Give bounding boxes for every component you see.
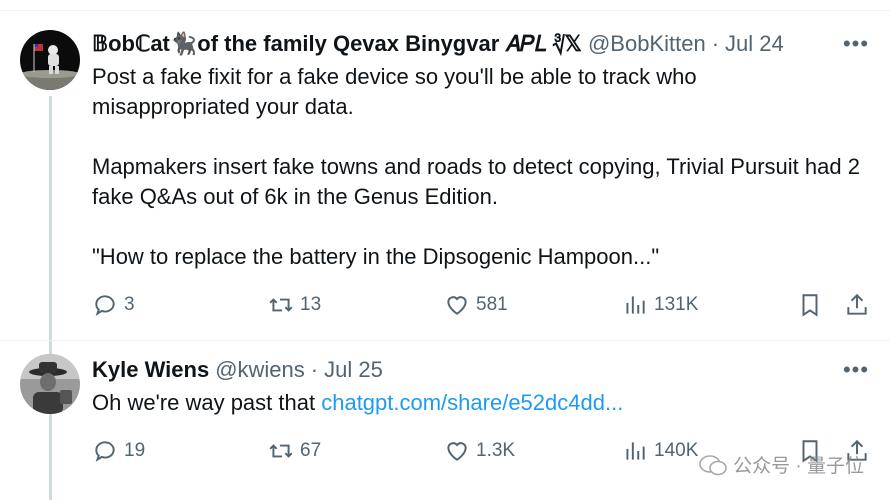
reply-icon	[95, 295, 115, 316]
author-name[interactable]: Kyle Wiens	[92, 357, 209, 383]
wechat-logo-icon	[699, 454, 727, 475]
views-button[interactable]: 131K	[622, 290, 698, 320]
wechat-watermark: 公众号 · 量子位	[699, 451, 864, 478]
author-name[interactable]: 𝔹obℂat🐈‍⬛of the family Qevax Binygvar 𝐴𝑃…	[92, 31, 582, 57]
tweet-date[interactable]: Jul 24	[725, 31, 784, 57]
share-icon	[847, 293, 867, 315]
tweet-paragraph: Mapmakers insert fake towns and roads to…	[92, 154, 860, 209]
repost-icon	[269, 298, 293, 312]
repost-count: 13	[300, 294, 322, 315]
more-options-icon[interactable]: •••	[842, 30, 870, 58]
like-button[interactable]: 581	[444, 290, 508, 320]
repost-icon	[269, 444, 293, 458]
tweet-link[interactable]: chatgpt.com/share/e52dc4dd...	[321, 390, 623, 415]
more-options-icon[interactable]: •••	[842, 356, 870, 384]
reply-button[interactable]: 19	[92, 436, 145, 466]
tweet-header: Kyle Wiens @kwiens · Jul 25	[92, 356, 870, 384]
author-handle[interactable]: @BobKitten	[588, 31, 706, 57]
view-count: 131K	[654, 294, 699, 315]
bookmark-icon	[802, 294, 818, 317]
heart-icon	[447, 442, 467, 461]
avatar-kwiens[interactable]	[20, 354, 80, 414]
view-count: 140K	[654, 440, 699, 461]
like-count: 581	[476, 294, 508, 315]
tweet-header: 𝔹obℂat🐈‍⬛of the family Qevax Binygvar 𝐴𝑃…	[92, 30, 870, 58]
tweet-paragraph: Oh we're way past that	[92, 390, 316, 415]
heart-icon	[447, 296, 467, 315]
watermark-text: 公众号 · 量子位	[733, 456, 864, 477]
avatar-bobkitten[interactable]	[20, 30, 80, 90]
reply-count: 19	[124, 440, 146, 461]
separator-dot: ·	[310, 357, 319, 382]
repost-count: 67	[300, 440, 322, 461]
tweet-text: Oh we're way past that chatgpt.com/share…	[92, 388, 860, 418]
reply-button[interactable]: 3	[92, 290, 135, 320]
person-avatar-image	[20, 354, 80, 414]
astronaut-avatar-image	[20, 30, 80, 90]
author-handle[interactable]: @kwiens	[215, 357, 305, 383]
reply-count: 3	[124, 294, 135, 315]
tweet-actions: 3 13 581 131K	[92, 290, 877, 320]
tweet-bobkitten[interactable]: 𝔹obℂat🐈‍⬛of the family Qevax Binygvar 𝐴𝑃…	[0, 0, 890, 500]
bookmark-button[interactable]	[797, 290, 823, 320]
tweet-date[interactable]: Jul 25	[324, 357, 383, 383]
reply-icon	[95, 441, 115, 462]
separator-dot: ·	[711, 31, 720, 56]
share-button[interactable]	[844, 290, 870, 320]
views-button[interactable]: 140K	[622, 436, 698, 466]
views-icon	[626, 296, 645, 314]
repost-button[interactable]: 13	[268, 290, 321, 320]
views-icon	[626, 442, 645, 460]
tweet-paragraph: "How to replace the battery in the Dipso…	[92, 244, 660, 269]
tweet-text: Post a fake fixit for a fake device so y…	[92, 62, 860, 272]
repost-button[interactable]: 67	[268, 436, 321, 466]
like-button[interactable]: 1.3K	[444, 436, 515, 466]
like-count: 1.3K	[476, 440, 516, 461]
tweet-paragraph: Post a fake fixit for a fake device so y…	[92, 64, 697, 119]
